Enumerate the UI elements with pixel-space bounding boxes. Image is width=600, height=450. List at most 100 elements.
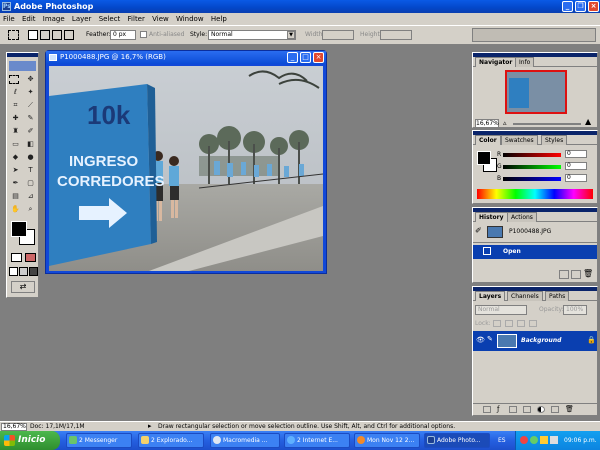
add-selection-icon[interactable] <box>40 30 50 40</box>
zoom-tool-icon[interactable]: ⌕ <box>24 204 37 215</box>
eye-visibility-icon[interactable]: 👁 <box>476 336 485 344</box>
trash-icon[interactable]: 🗑 <box>583 269 593 278</box>
menu-image[interactable]: Image <box>43 15 65 23</box>
start-button[interactable]: Inicio <box>0 431 60 450</box>
chevron-down-icon[interactable]: ▼ <box>287 31 295 39</box>
document-title-bar[interactable]: P1000488.JPG @ 16,7% (RGB) _ □ × <box>46 51 326 64</box>
gradient-tool-icon[interactable]: ◧ <box>24 139 37 150</box>
clone-stamp-tool-icon[interactable]: ♜ <box>9 126 22 137</box>
menu-help[interactable]: Help <box>211 15 227 23</box>
task-explorer[interactable]: 2 Explorado... <box>138 433 204 448</box>
tray-icon-2[interactable] <box>530 436 538 444</box>
magic-wand-tool-icon[interactable]: ✦ <box>24 87 37 98</box>
intersect-selection-icon[interactable] <box>64 30 74 40</box>
history-brush-tool-icon[interactable]: ✐ <box>24 126 37 137</box>
tray-icon-3[interactable] <box>540 436 548 444</box>
tab-color[interactable]: Color <box>475 135 501 145</box>
subtract-selection-icon[interactable] <box>52 30 62 40</box>
tab-navigator[interactable]: Navigator <box>475 57 517 67</box>
delete-layer-icon[interactable]: 🗑 <box>565 405 574 413</box>
screen-mode-full-menu-icon[interactable] <box>19 267 28 276</box>
eyedropper-tool-icon[interactable]: ⊿ <box>24 191 37 202</box>
type-tool-icon[interactable]: T <box>24 165 37 176</box>
menu-file[interactable]: File <box>3 15 15 23</box>
new-snapshot-icon[interactable] <box>571 270 581 279</box>
language-indicator[interactable]: ES <box>498 431 506 450</box>
zoom-slider[interactable] <box>513 123 581 125</box>
history-state-row[interactable]: Open <box>473 245 597 259</box>
volume-icon[interactable] <box>550 436 558 444</box>
task-internet-explorer[interactable]: 2 Internet E... <box>284 433 350 448</box>
close-button[interactable]: × <box>588 1 599 12</box>
hand-tool-icon[interactable]: ✋ <box>9 204 22 215</box>
pen-tool-icon[interactable]: ✒ <box>9 178 22 189</box>
document-canvas[interactable]: 10k INGRESO CORREDORES <box>49 66 323 271</box>
g-value[interactable]: 0 <box>565 162 587 170</box>
menu-select[interactable]: Select <box>99 15 121 23</box>
menu-layer[interactable]: Layer <box>72 15 92 23</box>
zoom-in-icon[interactable]: ▲ <box>585 118 591 126</box>
minimize-button[interactable]: _ <box>562 1 573 12</box>
dodge-tool-icon[interactable]: ● <box>24 152 37 163</box>
jump-to-imageready-icon[interactable]: ⇄ <box>11 281 35 293</box>
lock-pixels-icon[interactable] <box>505 320 513 327</box>
adobe-online-icon[interactable] <box>9 61 36 71</box>
tab-channels[interactable]: Channels <box>507 291 543 301</box>
task-photoshop[interactable]: Adobe Photo... <box>424 433 490 448</box>
blur-tool-icon[interactable]: ◆ <box>9 152 22 163</box>
clock[interactable]: 09:06 p.m. <box>564 431 597 450</box>
tab-history[interactable]: History <box>475 212 508 222</box>
doc-minimize-button[interactable]: _ <box>287 52 298 63</box>
zoom-out-icon[interactable]: ▵ <box>503 120 507 127</box>
tab-actions[interactable]: Actions <box>507 212 537 222</box>
new-set-icon[interactable] <box>523 406 531 413</box>
palette-well[interactable] <box>472 28 596 42</box>
style-select[interactable]: Normal <box>208 30 296 40</box>
tab-paths[interactable]: Paths <box>545 291 570 301</box>
doc-maximize-button[interactable]: □ <box>300 52 311 63</box>
g-slider[interactable] <box>503 165 561 169</box>
doc-close-button[interactable]: × <box>313 52 324 63</box>
layer-style-icon[interactable]: ƒ <box>497 406 499 413</box>
opacity-input[interactable]: 100% <box>563 305 587 315</box>
brush-tool-icon[interactable]: ✎ <box>24 113 37 124</box>
rectangle-tool-icon[interactable]: ▢ <box>24 178 37 189</box>
move-tool-icon[interactable]: ✥ <box>24 74 37 85</box>
healing-brush-tool-icon[interactable]: ✚ <box>9 113 22 124</box>
lock-all-icon[interactable] <box>529 320 537 327</box>
screen-mode-full-icon[interactable] <box>29 267 38 276</box>
marquee-tool-preset-icon[interactable] <box>8 30 19 40</box>
status-zoom[interactable]: 16,67% <box>1 423 27 431</box>
eraser-tool-icon[interactable]: ▭ <box>9 139 22 150</box>
notes-tool-icon[interactable]: ▤ <box>9 191 22 202</box>
lasso-tool-icon[interactable]: ℓ <box>9 87 22 98</box>
history-snapshot-row[interactable]: ✐ P1000488.JPG <box>473 223 597 243</box>
slice-tool-icon[interactable]: ⟋ <box>24 100 37 111</box>
width-input[interactable] <box>322 30 354 40</box>
link-layers-icon[interactable] <box>483 406 491 413</box>
rectangular-marquee-tool-icon[interactable] <box>9 75 19 84</box>
lock-position-icon[interactable] <box>517 320 525 327</box>
tab-info[interactable]: Info <box>515 57 535 67</box>
path-selection-tool-icon[interactable]: ➤ <box>9 165 22 176</box>
r-slider[interactable] <box>503 153 561 157</box>
feather-input[interactable]: 0 px <box>110 30 136 40</box>
layer-row-background[interactable]: 👁 ✎ Background 🔒 <box>473 331 597 351</box>
new-document-icon[interactable] <box>559 270 569 279</box>
menu-edit[interactable]: Edit <box>22 15 36 23</box>
height-input[interactable] <box>380 30 412 40</box>
b-slider[interactable] <box>503 177 561 181</box>
anti-aliased-checkbox[interactable] <box>140 31 147 38</box>
restore-button[interactable]: ❐ <box>575 1 586 12</box>
task-messenger[interactable]: 2 Messenger <box>66 433 132 448</box>
menu-view[interactable]: View <box>152 15 169 23</box>
navigator-thumbnail[interactable] <box>505 70 567 114</box>
adjustment-layer-icon[interactable] <box>537 406 545 413</box>
new-selection-icon[interactable] <box>28 30 38 40</box>
tab-layers[interactable]: Layers <box>475 291 506 301</box>
task-macromedia[interactable]: Macromedia ... <box>210 433 280 448</box>
menu-window[interactable]: Window <box>176 15 204 23</box>
tab-swatches[interactable]: Swatches <box>501 135 538 145</box>
r-value[interactable]: 0 <box>565 150 587 158</box>
menu-filter[interactable]: Filter <box>128 15 145 23</box>
